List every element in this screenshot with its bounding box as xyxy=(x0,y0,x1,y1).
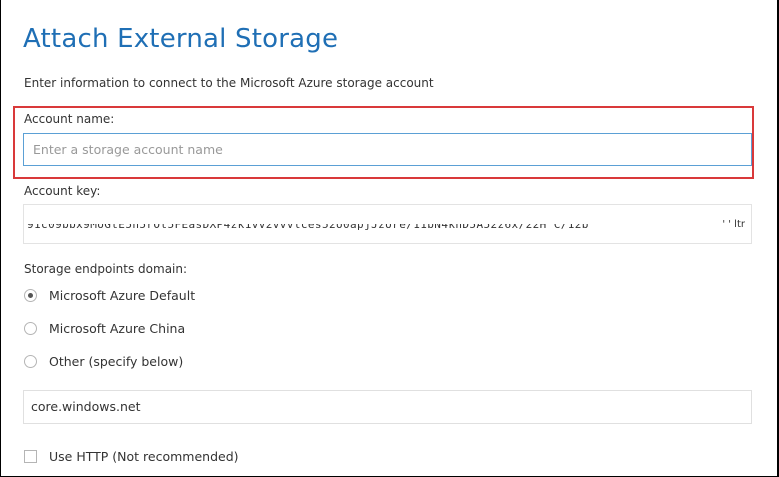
account-key-value: 91c09bbx9MoGtE5h5rOt5FEasDXP4zk1vv2vvvlc… xyxy=(27,218,589,231)
dialog-subtitle: Enter information to connect to the Micr… xyxy=(24,76,434,90)
dialog-title: Attach External Storage xyxy=(23,24,339,54)
radio-label: Microsoft Azure Default xyxy=(49,288,196,303)
radio-label: Other (specify below) xyxy=(49,354,184,369)
use-http-option[interactable]: Use HTTP (Not recommended) xyxy=(24,449,239,464)
account-name-label: Account name: xyxy=(24,112,115,126)
radio-other[interactable]: Other (specify below) xyxy=(24,354,183,369)
account-key-suffix: ' ' ltr xyxy=(722,219,745,230)
use-http-label: Use HTTP (Not recommended) xyxy=(49,449,239,464)
radio-label: Microsoft Azure China xyxy=(49,321,186,336)
account-name-input[interactable]: Enter a storage account name xyxy=(23,133,752,166)
radio-azure-default[interactable]: Microsoft Azure Default xyxy=(24,288,195,303)
radio-button[interactable] xyxy=(24,322,37,335)
radio-button[interactable] xyxy=(24,355,37,368)
radio-button-checked[interactable] xyxy=(24,289,37,302)
account-key-label: Account key: xyxy=(24,184,101,198)
account-key-input[interactable]: 91c09bbx9MoGtE5h5rOt5FEasDXP4zk1vv2vvvlc… xyxy=(23,204,752,244)
endpoints-label: Storage endpoints domain: xyxy=(24,262,188,276)
domain-input[interactable]: core.windows.net xyxy=(23,390,752,424)
use-http-checkbox[interactable] xyxy=(24,450,37,463)
radio-azure-china[interactable]: Microsoft Azure China xyxy=(24,321,185,336)
